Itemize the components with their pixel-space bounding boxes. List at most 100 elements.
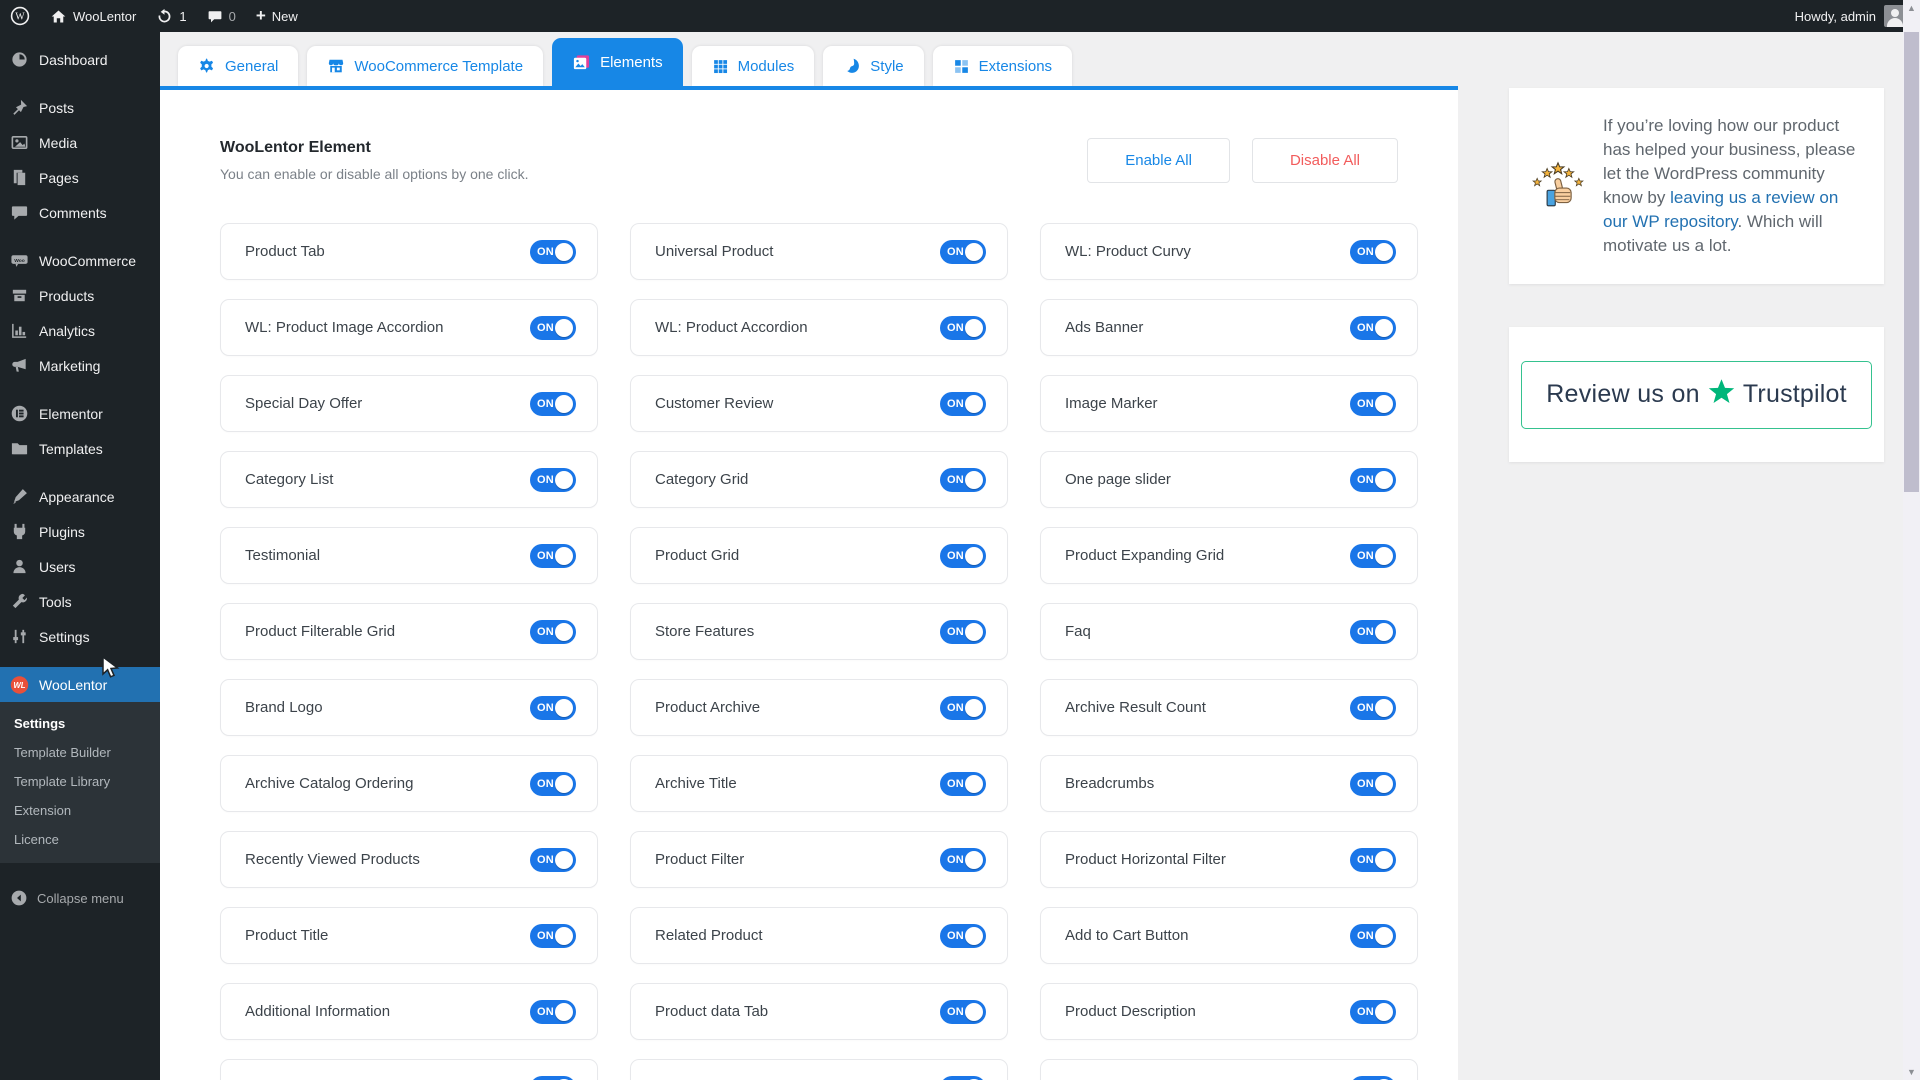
toggle-on-label: ON [537, 397, 554, 410]
toggle-product-expanding-grid[interactable]: ON [1350, 543, 1396, 568]
trustpilot-review-link[interactable]: Review us on Trustpilot [1521, 360, 1872, 429]
toggle-image-marker[interactable]: ON [1350, 391, 1396, 416]
update-icon [156, 8, 173, 25]
sidebar-item-tools[interactable]: Tools [0, 584, 160, 619]
sidebar-menu: Dashboard Posts Media Pages Comments Woo WooCo… [0, 32, 160, 702]
sidebar-item-users[interactable]: Users [0, 549, 160, 584]
sidebar-item-posts[interactable]: Posts [0, 90, 160, 125]
new-content-link[interactable]: + New [246, 0, 308, 32]
element-label: One page slider [1065, 471, 1171, 488]
toggle-product-tab[interactable]: ON [530, 239, 576, 264]
submenu-item-template-builder[interactable]: Template Builder [0, 738, 160, 767]
updates-link[interactable]: 1 [146, 0, 196, 32]
disable-all-button[interactable]: Disable All [1251, 138, 1398, 183]
toggle-blank[interactable]: ON [940, 1075, 986, 1080]
wordpress-menu[interactable]: W [0, 0, 40, 32]
toggle-archive-catalog-ordering[interactable]: ON [530, 771, 576, 796]
tab-woocommerce-template[interactable]: WooCommerce Template [307, 46, 544, 86]
element-label: Special Day Offer [245, 395, 363, 412]
toggle-product-filterable-grid[interactable]: ON [530, 619, 576, 644]
comment-count: 0 [228, 8, 236, 24]
element-label: Product Title [245, 927, 329, 944]
sidebar-item-products[interactable]: Products [0, 278, 160, 313]
toggle-on-label: ON [537, 701, 554, 714]
sidebar-item-elementor[interactable]: Elementor [0, 396, 160, 431]
sidebar-item-dashboard[interactable]: Dashboard [0, 42, 160, 77]
toggle-universal-product[interactable]: ON [940, 239, 986, 264]
sidebar-item-woolentor[interactable]: WL WooLentor [0, 667, 160, 702]
toggle-ads-banner[interactable]: ON [1350, 315, 1396, 340]
submenu-item-template-library[interactable]: Template Library [0, 767, 160, 796]
toggle-wl-product-accordion[interactable]: ON [940, 315, 986, 340]
sidebar-item-woocommerce[interactable]: Woo WooCommerce [0, 243, 160, 278]
toggle-category-list[interactable]: ON [530, 467, 576, 492]
sidebar-item-label: Appearance [39, 488, 115, 505]
tab-general[interactable]: General [178, 46, 299, 86]
element-card-product-grid: Product Grid ON [630, 527, 1008, 584]
toggle-faq[interactable]: ON [1350, 619, 1396, 644]
sidebar-item-marketing[interactable]: Marketing [0, 348, 160, 383]
site-link[interactable]: WooLentor [40, 0, 146, 32]
toggle-testimonial[interactable]: ON [530, 543, 576, 568]
toggle-one-page-slider[interactable]: ON [1350, 467, 1396, 492]
toggle-related-product[interactable]: ON [940, 923, 986, 948]
toggle-knob [965, 394, 983, 413]
element-label: Product Filter [655, 851, 745, 868]
toggle-customer-review[interactable]: ON [940, 391, 986, 416]
scrollbar-up-arrow-icon[interactable]: ▲ [1903, 0, 1920, 16]
sidebar-item-pages[interactable]: Pages [0, 160, 160, 195]
toggle-archive-title[interactable]: ON [940, 771, 986, 796]
my-account-link[interactable]: Howdy, admin [1781, 0, 1920, 32]
toggle-add-to-cart-button[interactable]: ON [1350, 923, 1396, 948]
toggle-archive-result-count[interactable]: ON [1350, 695, 1396, 720]
toggle-wl-product-curvy[interactable]: ON [1350, 239, 1396, 264]
page-scrollbar[interactable]: ▲ ▼ [1903, 0, 1920, 1080]
tab-style[interactable]: Style [823, 46, 924, 86]
toggle-on-label: ON [537, 321, 554, 334]
submenu-item-extension[interactable]: Extension [0, 796, 160, 825]
collapse-menu-button[interactable]: Collapse menu [0, 879, 160, 917]
sidebar-item-comments[interactable]: Comments [0, 195, 160, 230]
toggle-product-grid[interactable]: ON [940, 543, 986, 568]
toggle-category-grid[interactable]: ON [940, 467, 986, 492]
sidebar-item-media[interactable]: Media [0, 125, 160, 160]
scrollbar-thumb[interactable] [1904, 32, 1919, 492]
sidebar-item-templates[interactable]: Templates [0, 431, 160, 466]
enable-all-button[interactable]: Enable All [1087, 138, 1230, 183]
toggle-product-description[interactable]: ON [1350, 999, 1396, 1024]
sidebar-item-settings[interactable]: Settings [0, 619, 160, 654]
tab-extensions[interactable]: Extensions [932, 46, 1073, 86]
element-card-product-filterable-grid: Product Filterable Grid ON [220, 603, 598, 660]
sidebar-item-label: Users [39, 558, 76, 575]
submenu-item-settings[interactable]: Settings [0, 709, 160, 738]
toggle-knob [1375, 546, 1393, 565]
tab-elements[interactable]: Elements [552, 38, 683, 86]
toggle-on-label: ON [1357, 245, 1374, 258]
scrollbar-down-arrow-icon[interactable]: ▼ [1903, 1064, 1920, 1080]
element-card-product-expanding-grid: Product Expanding Grid ON [1040, 527, 1418, 584]
toggle-blank[interactable]: ON [530, 1075, 576, 1080]
toggle-blank[interactable]: ON [1350, 1075, 1396, 1080]
tab-modules[interactable]: Modules [691, 46, 815, 86]
toggle-product-horizontal-filter[interactable]: ON [1350, 847, 1396, 872]
toggle-product-data-tab[interactable]: ON [940, 999, 986, 1024]
element-label: Brand Logo [245, 699, 323, 716]
element-label: WL: Product Accordion [655, 319, 808, 336]
toggle-wl-product-image-accordion[interactable]: ON [530, 315, 576, 340]
toggle-additional-information[interactable]: ON [530, 999, 576, 1024]
toggle-breadcrumbs[interactable]: ON [1350, 771, 1396, 796]
toggle-product-archive[interactable]: ON [940, 695, 986, 720]
page-subtitle: You can enable or disable all options by… [220, 166, 529, 182]
sidebar-item-appearance[interactable]: Appearance [0, 479, 160, 514]
toggle-store-features[interactable]: ON [940, 619, 986, 644]
comments-link[interactable]: 0 [197, 0, 246, 32]
toggle-brand-logo[interactable]: ON [530, 695, 576, 720]
toggle-on-label: ON [1357, 701, 1374, 714]
toggle-product-title[interactable]: ON [530, 923, 576, 948]
toggle-product-filter[interactable]: ON [940, 847, 986, 872]
sidebar-item-plugins[interactable]: Plugins [0, 514, 160, 549]
toggle-recently-viewed-products[interactable]: ON [530, 847, 576, 872]
toggle-special-day-offer[interactable]: ON [530, 391, 576, 416]
submenu-item-licence[interactable]: Licence [0, 825, 160, 854]
sidebar-item-analytics[interactable]: Analytics [0, 313, 160, 348]
